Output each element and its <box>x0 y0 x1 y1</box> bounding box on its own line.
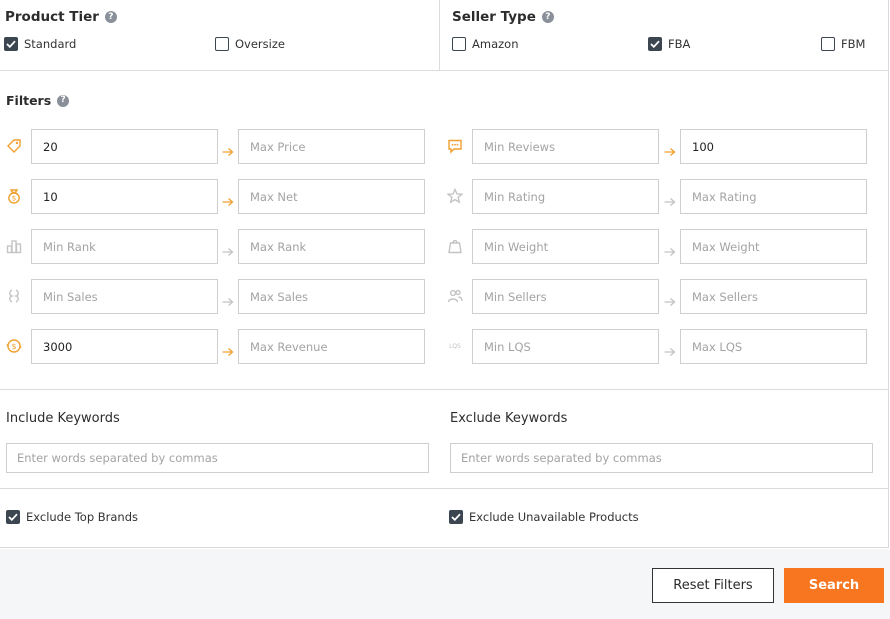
arrow-right-icon <box>664 292 676 306</box>
checkbox-checked-icon[interactable] <box>6 510 20 524</box>
price-tag-max-input[interactable]: Max Price <box>238 129 425 164</box>
arrow-right-icon <box>222 292 234 306</box>
lqs-min-input[interactable]: Min LQS <box>472 329 659 364</box>
exclude-keywords-title: Exclude Keywords <box>450 411 568 426</box>
checkbox-checked-icon[interactable] <box>4 37 18 51</box>
filters-title-text: Filters <box>6 93 52 108</box>
sales-coin-icon <box>5 287 23 305</box>
reviews-speech-max-input[interactable]: 100 <box>680 129 867 164</box>
search-button[interactable]: Search <box>784 568 884 603</box>
exclude-top-brands-label: Exclude Top Brands <box>26 510 139 524</box>
product-tier-section: Product Tier ? Standard Oversize <box>0 0 440 71</box>
star-min-input[interactable]: Min Rating <box>472 179 659 214</box>
seller-type-section: Seller Type ? Amazon FBA FBM <box>440 0 889 71</box>
seller-fba-checkbox[interactable]: FBA <box>648 37 690 51</box>
help-icon[interactable]: ? <box>57 94 70 107</box>
arrow-right-icon <box>222 142 234 156</box>
sales-coin-max-input[interactable]: Max Sales <box>238 279 425 314</box>
checkbox-unchecked-icon[interactable] <box>452 37 466 51</box>
star-icon <box>446 187 464 205</box>
money-bag-icon: $ <box>5 187 23 205</box>
arrow-right-icon <box>222 242 234 256</box>
seller-amazon-label: Amazon <box>472 37 519 51</box>
revenue-coin-icon: $ <box>5 337 23 355</box>
tier-oversize-checkbox[interactable]: Oversize <box>215 37 285 51</box>
lqs-icon: LQS <box>446 337 464 355</box>
sellers-people-icon <box>446 287 464 305</box>
rank-bars-max-input[interactable]: Max Rank <box>238 229 425 264</box>
reviews-speech-min-input[interactable]: Min Reviews <box>472 129 659 164</box>
tier-standard-checkbox[interactable]: Standard <box>4 37 76 51</box>
revenue-coin-min-input[interactable]: 3000 <box>31 329 218 364</box>
arrow-right-icon <box>664 142 676 156</box>
seller-fbm-label: FBM <box>841 37 866 51</box>
tier-standard-label: Standard <box>24 37 77 51</box>
lqs-max-input[interactable]: Max LQS <box>680 329 867 364</box>
seller-type-title-text: Seller Type <box>452 9 536 25</box>
arrow-right-icon <box>664 192 676 206</box>
rank-bars-icon <box>5 237 23 255</box>
arrow-right-icon <box>664 342 676 356</box>
svg-text:$: $ <box>11 342 16 351</box>
divider <box>0 488 889 489</box>
checkbox-unchecked-icon[interactable] <box>215 37 229 51</box>
sellers-people-max-input[interactable]: Max Sellers <box>680 279 867 314</box>
arrow-right-icon <box>222 342 234 356</box>
include-keywords-title: Include Keywords <box>6 411 120 426</box>
exclude-keywords-input[interactable]: Enter words separated by commas <box>450 443 873 473</box>
help-icon[interactable]: ? <box>541 11 554 23</box>
exclude-top-brands-checkbox[interactable]: Exclude Top Brands <box>6 510 138 524</box>
include-keywords-input[interactable]: Enter words separated by commas <box>6 443 429 473</box>
reset-filters-button[interactable]: Reset Filters <box>652 568 774 603</box>
filter-panel: Product Tier ? Standard Oversize Seller … <box>0 0 889 548</box>
help-icon[interactable]: ? <box>104 11 117 23</box>
exclude-unavailable-checkbox[interactable]: Exclude Unavailable Products <box>449 510 639 524</box>
seller-fba-label: FBA <box>668 37 691 51</box>
arrow-right-icon <box>222 192 234 206</box>
weight-icon <box>446 237 464 255</box>
checkbox-unchecked-icon[interactable] <box>821 37 835 51</box>
rank-bars-min-input[interactable]: Min Rank <box>31 229 218 264</box>
tier-oversize-label: Oversize <box>235 37 285 51</box>
filters-title: Filters ? <box>6 93 70 108</box>
price-tag-min-input[interactable]: 20 <box>31 129 218 164</box>
price-tag-icon <box>5 137 23 155</box>
star-max-input[interactable]: Max Rating <box>680 179 867 214</box>
money-bag-min-input[interactable]: 10 <box>31 179 218 214</box>
seller-fbm-checkbox[interactable]: FBM <box>821 37 865 51</box>
svg-text:LQS: LQS <box>449 343 461 350</box>
weight-min-input[interactable]: Min Weight <box>472 229 659 264</box>
weight-max-input[interactable]: Max Weight <box>680 229 867 264</box>
sellers-people-min-input[interactable]: Min Sellers <box>472 279 659 314</box>
product-tier-title-text: Product Tier <box>5 9 99 25</box>
product-tier-title: Product Tier ? <box>5 9 117 25</box>
revenue-coin-max-input[interactable]: Max Revenue <box>238 329 425 364</box>
divider <box>0 70 889 71</box>
divider <box>0 389 889 390</box>
exclude-unavailable-label: Exclude Unavailable Products <box>469 510 639 524</box>
reviews-speech-icon <box>446 137 464 155</box>
checkbox-checked-icon[interactable] <box>648 37 662 51</box>
arrow-right-icon <box>664 242 676 256</box>
seller-type-title: Seller Type ? <box>452 9 554 25</box>
sales-coin-min-input[interactable]: Min Sales <box>31 279 218 314</box>
seller-amazon-checkbox[interactable]: Amazon <box>452 37 518 51</box>
checkbox-checked-icon[interactable] <box>449 510 463 524</box>
money-bag-max-input[interactable]: Max Net <box>238 179 425 214</box>
svg-text:$: $ <box>12 195 16 203</box>
